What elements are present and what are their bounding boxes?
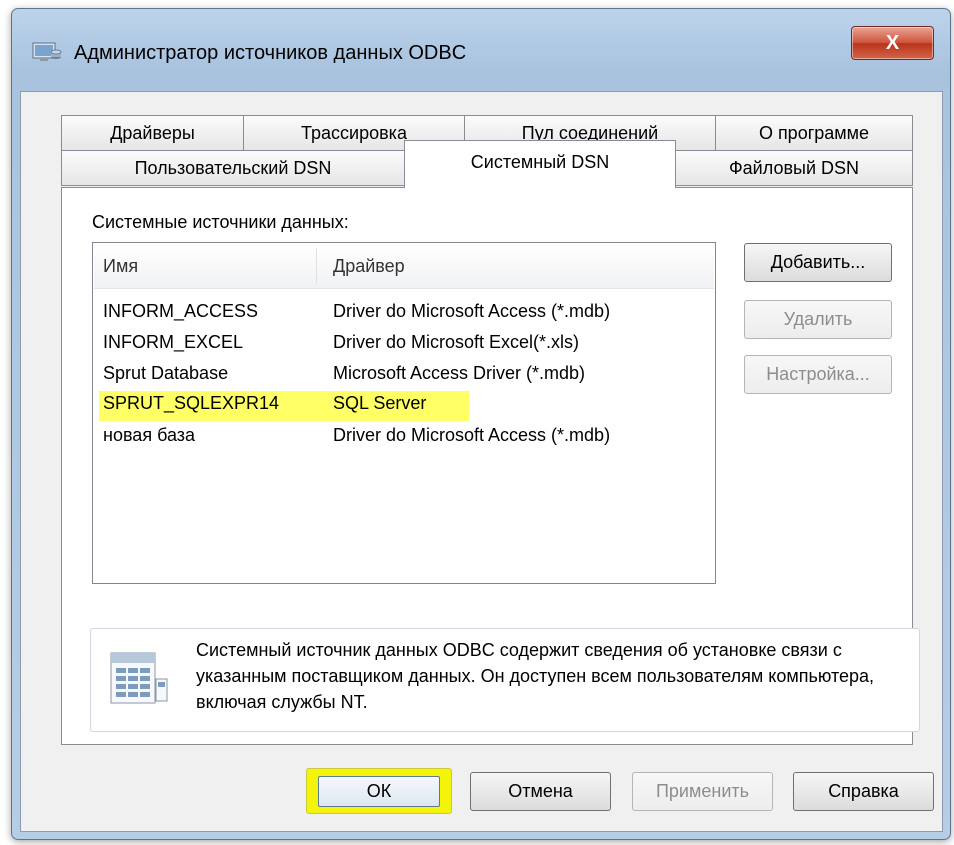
ok-button-face: ОК: [318, 775, 440, 807]
row-driver: Driver do Microsoft Excel(*.xls): [333, 332, 580, 352]
help-button[interactable]: Справка: [793, 772, 934, 811]
info-box: Системный источник данных ODBC содержит …: [90, 628, 920, 732]
window-title: Администратор источников данных ODBC: [74, 42, 467, 64]
row-name: INFORM_EXCEL: [103, 332, 244, 352]
ok-label: ОК: [366, 780, 392, 801]
add-button[interactable]: Добавить...: [744, 243, 892, 282]
row-driver: Driver do Microsoft Access (*.mdb): [333, 301, 611, 321]
odbc-admin-icon: [32, 42, 62, 61]
column-divider[interactable]: [316, 248, 317, 284]
datasource-info-icon: [110, 652, 168, 704]
ok-button[interactable]: ОК: [306, 768, 452, 814]
list-header: Имя Драйвер: [94, 244, 714, 289]
tab-label: Драйверы: [110, 122, 195, 143]
remove-button[interactable]: Удалить: [744, 300, 892, 339]
row-driver: Microsoft Access Driver (*.mdb): [333, 363, 586, 383]
column-header-name[interactable]: Имя: [103, 244, 138, 288]
info-text: Системный источник данных ODBC содержит …: [196, 640, 875, 712]
tab-about[interactable]: О программе: [715, 115, 913, 151]
section-label: Системные источники данных:: [92, 212, 349, 232]
odbc-dialog-window: Администратор источников данных ODBC X Д…: [11, 8, 951, 840]
row-name: INFORM_ACCESS: [103, 301, 259, 321]
row-driver: SQL Server: [333, 393, 427, 413]
row-driver: Driver do Microsoft Access (*.mdb): [333, 425, 611, 445]
row-name: Sprut Database: [103, 363, 229, 383]
tab-label: Пользовательский DSN: [134, 157, 332, 178]
column-header-driver[interactable]: Драйвер: [333, 244, 405, 288]
tab-label: Трассировка: [301, 122, 407, 143]
table-row-highlighted[interactable]: SPRUT_SQLEXPR14 SQL Server: [99, 391, 469, 421]
dialog-client-area: Драйверы Трассировка Пул соединений О пр…: [20, 91, 943, 832]
configure-button[interactable]: Настройка...: [744, 355, 892, 394]
system-dsn-panel: Системные источники данных: Имя Драйвер …: [61, 187, 920, 745]
title-bar[interactable]: Администратор источников данных ODBC X: [12, 9, 950, 91]
tab-file-dsn[interactable]: Файловый DSN: [675, 150, 913, 186]
apply-button[interactable]: Применить: [632, 772, 773, 811]
close-icon: X: [885, 31, 900, 54]
tab-label: О программе: [758, 122, 870, 143]
tab-label: Системный DSN: [470, 152, 610, 172]
row-name: SPRUT_SQLEXPR14: [103, 393, 280, 413]
tab-label: Файловый DSN: [728, 157, 860, 178]
dsn-list[interactable]: Имя Драйвер INFORM_ACCESS Driver do Micr…: [92, 242, 716, 584]
cancel-button[interactable]: Отмена: [470, 772, 611, 811]
tab-system-dsn[interactable]: Системный DSN: [404, 140, 676, 188]
row-name: новая база: [103, 425, 196, 445]
tab-drivers[interactable]: Драйверы: [61, 115, 244, 151]
tab-user-dsn[interactable]: Пользовательский DSN: [61, 150, 405, 186]
close-button[interactable]: X: [851, 26, 934, 60]
